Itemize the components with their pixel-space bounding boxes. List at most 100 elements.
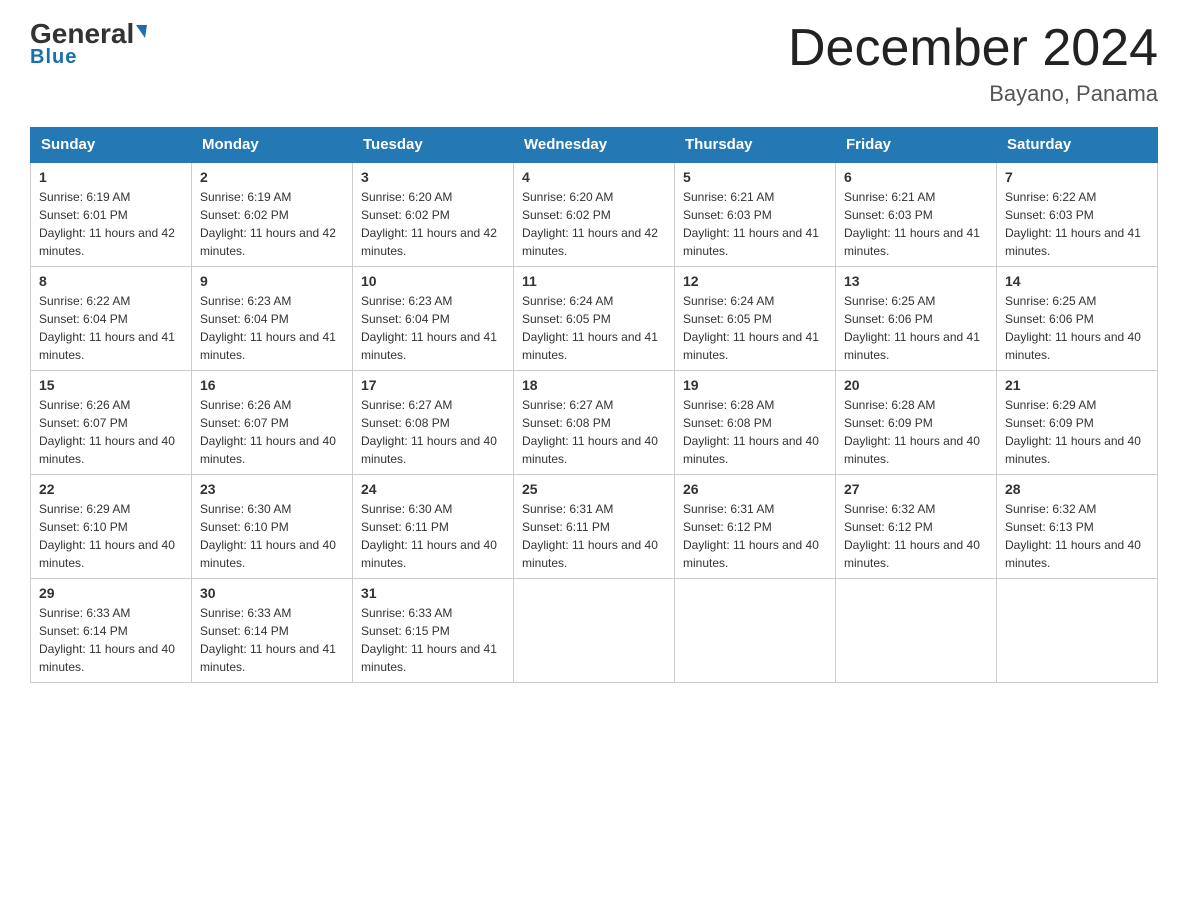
- calendar-day-cell: 24 Sunrise: 6:30 AMSunset: 6:11 PMDaylig…: [353, 475, 514, 579]
- day-number: 27: [844, 481, 988, 497]
- day-number: 21: [1005, 377, 1149, 393]
- location-subtitle: Bayano, Panama: [788, 81, 1158, 107]
- calendar-day-cell: 11 Sunrise: 6:24 AMSunset: 6:05 PMDaylig…: [514, 267, 675, 371]
- day-number: 28: [1005, 481, 1149, 497]
- calendar-day-cell: 13 Sunrise: 6:25 AMSunset: 6:06 PMDaylig…: [836, 267, 997, 371]
- day-info: Sunrise: 6:27 AMSunset: 6:08 PMDaylight:…: [522, 398, 658, 466]
- logo-text: General: [30, 20, 147, 48]
- day-number: 5: [683, 169, 827, 185]
- calendar-day-cell: [997, 579, 1158, 683]
- calendar-day-cell: 10 Sunrise: 6:23 AMSunset: 6:04 PMDaylig…: [353, 267, 514, 371]
- month-year-title: December 2024: [788, 20, 1158, 77]
- logo-general: General: [30, 18, 134, 49]
- day-info: Sunrise: 6:19 AMSunset: 6:01 PMDaylight:…: [39, 190, 175, 258]
- day-info: Sunrise: 6:33 AMSunset: 6:14 PMDaylight:…: [39, 606, 175, 674]
- day-of-week-header: Thursday: [675, 128, 836, 163]
- calendar-day-cell: 26 Sunrise: 6:31 AMSunset: 6:12 PMDaylig…: [675, 475, 836, 579]
- day-number: 29: [39, 585, 183, 601]
- day-info: Sunrise: 6:31 AMSunset: 6:11 PMDaylight:…: [522, 502, 658, 570]
- calendar-week-row: 1 Sunrise: 6:19 AMSunset: 6:01 PMDayligh…: [31, 162, 1158, 267]
- calendar-day-cell: 17 Sunrise: 6:27 AMSunset: 6:08 PMDaylig…: [353, 371, 514, 475]
- calendar-day-cell: 18 Sunrise: 6:27 AMSunset: 6:08 PMDaylig…: [514, 371, 675, 475]
- day-number: 25: [522, 481, 666, 497]
- day-info: Sunrise: 6:27 AMSunset: 6:08 PMDaylight:…: [361, 398, 497, 466]
- day-info: Sunrise: 6:31 AMSunset: 6:12 PMDaylight:…: [683, 502, 819, 570]
- day-number: 11: [522, 273, 666, 289]
- day-number: 24: [361, 481, 505, 497]
- day-of-week-header: Friday: [836, 128, 997, 163]
- calendar-week-row: 29 Sunrise: 6:33 AMSunset: 6:14 PMDaylig…: [31, 579, 1158, 683]
- logo-triangle-icon: [136, 25, 147, 38]
- day-number: 8: [39, 273, 183, 289]
- day-info: Sunrise: 6:25 AMSunset: 6:06 PMDaylight:…: [1005, 294, 1141, 362]
- calendar-day-cell: 31 Sunrise: 6:33 AMSunset: 6:15 PMDaylig…: [353, 579, 514, 683]
- day-info: Sunrise: 6:19 AMSunset: 6:02 PMDaylight:…: [200, 190, 336, 258]
- day-number: 17: [361, 377, 505, 393]
- title-area: December 2024 Bayano, Panama: [788, 20, 1158, 107]
- day-info: Sunrise: 6:22 AMSunset: 6:03 PMDaylight:…: [1005, 190, 1141, 258]
- calendar-day-cell: [675, 579, 836, 683]
- day-info: Sunrise: 6:32 AMSunset: 6:12 PMDaylight:…: [844, 502, 980, 570]
- calendar-day-cell: 27 Sunrise: 6:32 AMSunset: 6:12 PMDaylig…: [836, 475, 997, 579]
- day-number: 9: [200, 273, 344, 289]
- day-info: Sunrise: 6:30 AMSunset: 6:10 PMDaylight:…: [200, 502, 336, 570]
- day-info: Sunrise: 6:25 AMSunset: 6:06 PMDaylight:…: [844, 294, 980, 362]
- day-info: Sunrise: 6:28 AMSunset: 6:08 PMDaylight:…: [683, 398, 819, 466]
- calendar-day-cell: [514, 579, 675, 683]
- day-number: 3: [361, 169, 505, 185]
- day-number: 4: [522, 169, 666, 185]
- day-of-week-header: Sunday: [31, 128, 192, 163]
- day-info: Sunrise: 6:26 AMSunset: 6:07 PMDaylight:…: [39, 398, 175, 466]
- calendar-day-cell: 23 Sunrise: 6:30 AMSunset: 6:10 PMDaylig…: [192, 475, 353, 579]
- day-number: 19: [683, 377, 827, 393]
- calendar-day-cell: 4 Sunrise: 6:20 AMSunset: 6:02 PMDayligh…: [514, 162, 675, 267]
- day-info: Sunrise: 6:29 AMSunset: 6:10 PMDaylight:…: [39, 502, 175, 570]
- calendar-day-cell: 28 Sunrise: 6:32 AMSunset: 6:13 PMDaylig…: [997, 475, 1158, 579]
- calendar-day-cell: 3 Sunrise: 6:20 AMSunset: 6:02 PMDayligh…: [353, 162, 514, 267]
- day-info: Sunrise: 6:26 AMSunset: 6:07 PMDaylight:…: [200, 398, 336, 466]
- day-number: 18: [522, 377, 666, 393]
- day-number: 31: [361, 585, 505, 601]
- day-number: 23: [200, 481, 344, 497]
- day-number: 13: [844, 273, 988, 289]
- day-number: 1: [39, 169, 183, 185]
- calendar-body: 1 Sunrise: 6:19 AMSunset: 6:01 PMDayligh…: [31, 162, 1158, 683]
- day-info: Sunrise: 6:23 AMSunset: 6:04 PMDaylight:…: [200, 294, 336, 362]
- day-info: Sunrise: 6:21 AMSunset: 6:03 PMDaylight:…: [844, 190, 980, 258]
- day-number: 14: [1005, 273, 1149, 289]
- day-info: Sunrise: 6:28 AMSunset: 6:09 PMDaylight:…: [844, 398, 980, 466]
- day-info: Sunrise: 6:22 AMSunset: 6:04 PMDaylight:…: [39, 294, 175, 362]
- calendar-day-cell: 1 Sunrise: 6:19 AMSunset: 6:01 PMDayligh…: [31, 162, 192, 267]
- calendar-day-cell: 6 Sunrise: 6:21 AMSunset: 6:03 PMDayligh…: [836, 162, 997, 267]
- day-info: Sunrise: 6:21 AMSunset: 6:03 PMDaylight:…: [683, 190, 819, 258]
- calendar-day-cell: 12 Sunrise: 6:24 AMSunset: 6:05 PMDaylig…: [675, 267, 836, 371]
- calendar-day-cell: 5 Sunrise: 6:21 AMSunset: 6:03 PMDayligh…: [675, 162, 836, 267]
- calendar-day-cell: 22 Sunrise: 6:29 AMSunset: 6:10 PMDaylig…: [31, 475, 192, 579]
- calendar-day-cell: [836, 579, 997, 683]
- header-row: SundayMondayTuesdayWednesdayThursdayFrid…: [31, 128, 1158, 163]
- calendar-day-cell: 29 Sunrise: 6:33 AMSunset: 6:14 PMDaylig…: [31, 579, 192, 683]
- day-info: Sunrise: 6:33 AMSunset: 6:14 PMDaylight:…: [200, 606, 336, 674]
- calendar-day-cell: 7 Sunrise: 6:22 AMSunset: 6:03 PMDayligh…: [997, 162, 1158, 267]
- day-number: 15: [39, 377, 183, 393]
- day-info: Sunrise: 6:23 AMSunset: 6:04 PMDaylight:…: [361, 294, 497, 362]
- day-number: 16: [200, 377, 344, 393]
- day-info: Sunrise: 6:24 AMSunset: 6:05 PMDaylight:…: [522, 294, 658, 362]
- calendar-week-row: 15 Sunrise: 6:26 AMSunset: 6:07 PMDaylig…: [31, 371, 1158, 475]
- day-of-week-header: Wednesday: [514, 128, 675, 163]
- day-number: 7: [1005, 169, 1149, 185]
- day-number: 20: [844, 377, 988, 393]
- calendar-day-cell: 9 Sunrise: 6:23 AMSunset: 6:04 PMDayligh…: [192, 267, 353, 371]
- day-info: Sunrise: 6:20 AMSunset: 6:02 PMDaylight:…: [522, 190, 658, 258]
- calendar-day-cell: 20 Sunrise: 6:28 AMSunset: 6:09 PMDaylig…: [836, 371, 997, 475]
- day-number: 2: [200, 169, 344, 185]
- calendar-header: SundayMondayTuesdayWednesdayThursdayFrid…: [31, 128, 1158, 163]
- calendar-day-cell: 16 Sunrise: 6:26 AMSunset: 6:07 PMDaylig…: [192, 371, 353, 475]
- day-of-week-header: Tuesday: [353, 128, 514, 163]
- day-info: Sunrise: 6:20 AMSunset: 6:02 PMDaylight:…: [361, 190, 497, 258]
- calendar-day-cell: 8 Sunrise: 6:22 AMSunset: 6:04 PMDayligh…: [31, 267, 192, 371]
- day-number: 10: [361, 273, 505, 289]
- logo-blue-text: Blue: [30, 46, 77, 69]
- calendar-day-cell: 30 Sunrise: 6:33 AMSunset: 6:14 PMDaylig…: [192, 579, 353, 683]
- logo: General Blue: [30, 20, 147, 69]
